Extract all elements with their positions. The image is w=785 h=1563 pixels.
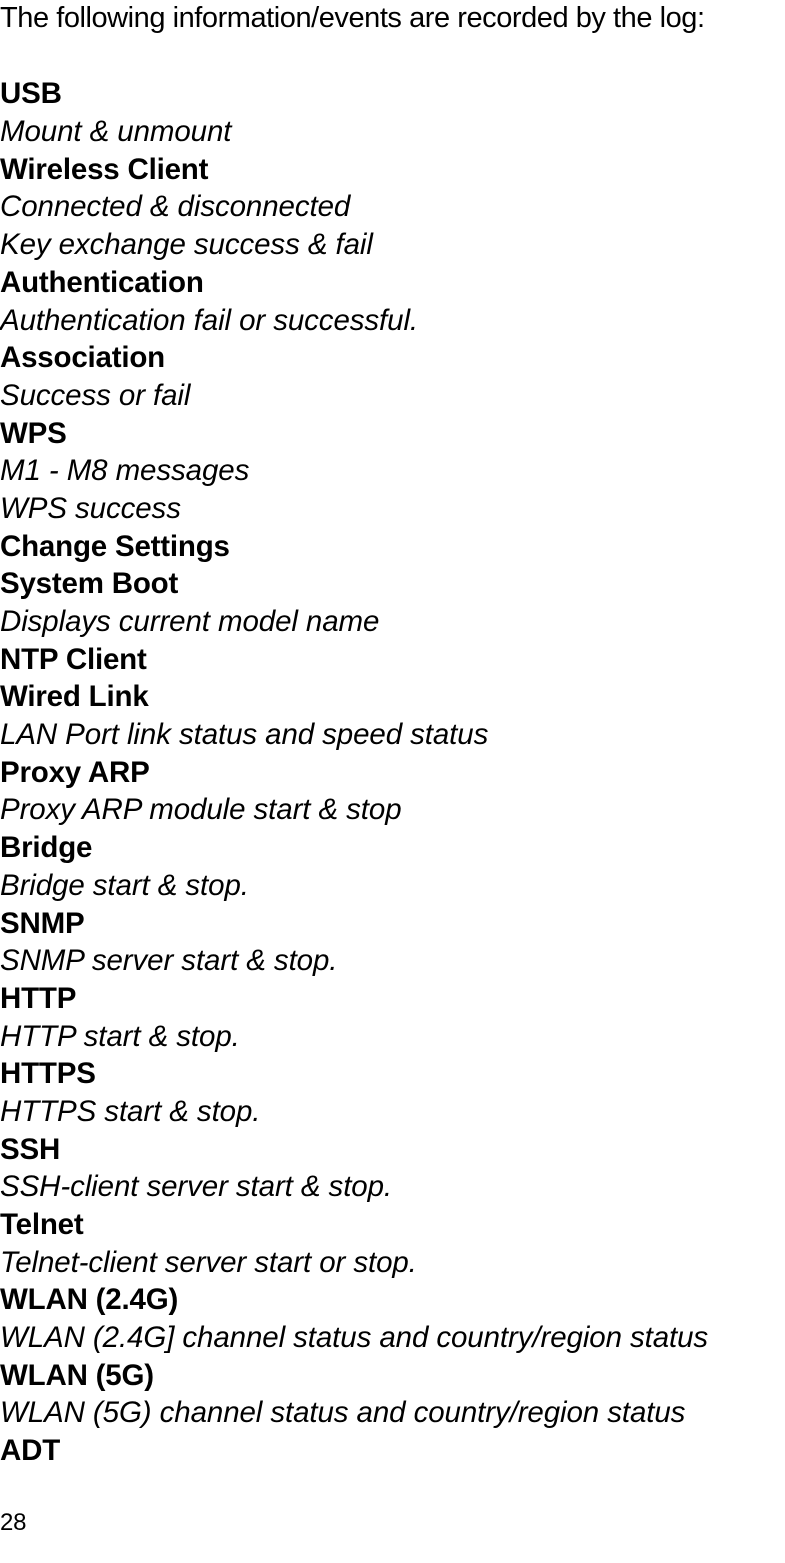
event-heading: Change Settings: [0, 529, 230, 563]
event-heading: Telnet: [0, 1208, 84, 1241]
event-heading: Association: [0, 341, 166, 375]
page-number: 28: [0, 1509, 27, 1536]
event-heading: USB: [0, 77, 62, 111]
event-description: LAN Port link status and speed status: [0, 718, 489, 752]
event-description: Key exchange success & fail: [0, 228, 373, 262]
event-description: Proxy ARP module start & stop: [0, 793, 402, 827]
event-heading: HTTPS: [0, 1057, 96, 1091]
event-heading: HTTP: [0, 981, 77, 1015]
event-heading: Proxy ARP: [0, 755, 150, 789]
event-description: Authentication fail or successful.: [0, 303, 419, 337]
event-heading: SNMP: [0, 906, 85, 940]
blank-line-spacer: [0, 38, 785, 76]
event-description: WPS success: [0, 491, 181, 525]
intro-paragraph: The following information/events are rec…: [0, 2, 705, 34]
event-heading: Wireless Client: [0, 152, 209, 186]
event-description: Telnet-client server start or stop.: [0, 1245, 417, 1279]
event-description: M1 - M8 messages: [0, 454, 250, 488]
event-description: SSH-client server start & stop.: [0, 1170, 392, 1204]
event-heading: Wired Link: [0, 680, 149, 714]
event-description: Success or fail: [0, 378, 191, 412]
event-description: HTTPS start & stop.: [0, 1094, 261, 1128]
event-heading: WLAN (5G): [0, 1358, 154, 1392]
event-description: Mount & unmount: [0, 115, 232, 149]
event-heading: Bridge: [0, 831, 93, 865]
event-description: HTTP start & stop.: [0, 1019, 240, 1053]
event-description: Displays current model name: [0, 605, 380, 638]
event-heading: Authentication: [0, 265, 204, 299]
event-heading: System Boot: [0, 567, 179, 601]
document-body: The following information/events are rec…: [0, 0, 785, 1470]
event-description: Connected & disconnected: [0, 190, 351, 224]
event-description: WLAN (2.4G] channel status and country/r…: [0, 1321, 709, 1355]
event-heading: SSH: [0, 1132, 61, 1166]
event-heading: ADT: [0, 1434, 61, 1468]
event-heading: WPS: [0, 416, 67, 450]
event-heading: NTP Client: [0, 642, 147, 676]
event-description: Bridge start & stop.: [0, 868, 249, 902]
document-page: The following information/events are rec…: [0, 0, 785, 1563]
log-event-list: USB Mount & unmount Wireless Client Connect…: [0, 75, 785, 1469]
event-heading: WLAN (2.4G): [0, 1283, 179, 1317]
event-description: SNMP server start & stop.: [0, 944, 338, 978]
event-description: WLAN (5G) channel status and country/reg…: [0, 1396, 686, 1430]
